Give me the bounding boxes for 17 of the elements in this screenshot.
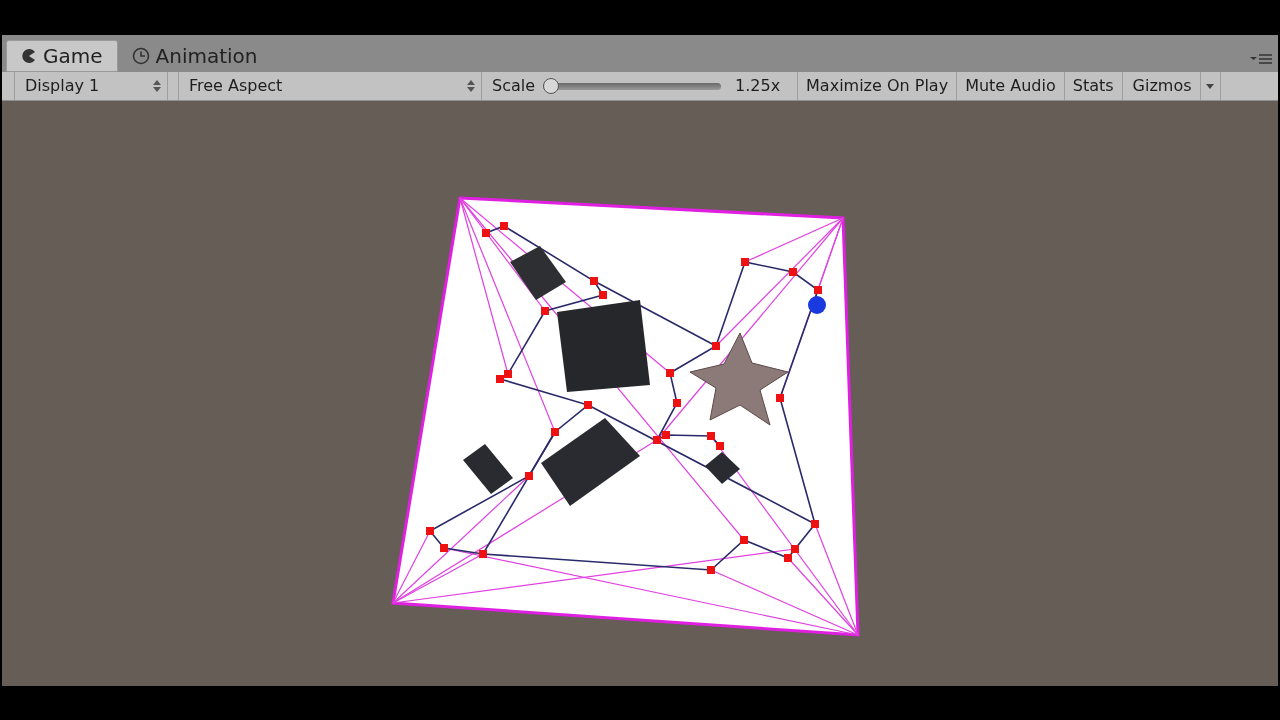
menu-icon[interactable] <box>1250 54 1272 64</box>
caret-icon <box>1206 83 1215 89</box>
scale-value: 1.25x <box>735 75 782 97</box>
dropdown[interactable]: Display 1 <box>14 72 168 100</box>
updown-icon <box>153 80 161 92</box>
updown-icon <box>467 80 475 92</box>
pacman-icon <box>21 48 37 64</box>
clock-icon <box>131 47 150 65</box>
dropdown[interactable]: Free Aspect <box>178 72 482 100</box>
toggle-button[interactable]: Maximize On Play <box>797 72 957 100</box>
gizmos-button[interactable]: Gizmos <box>1121 72 1201 100</box>
toggle-button[interactable]: Mute Audio <box>956 72 1064 100</box>
tab[interactable]: Animation <box>117 40 272 72</box>
scale-slider[interactable] <box>543 77 722 95</box>
tab[interactable]: Game <box>6 40 118 72</box>
toggle-button[interactable]: Stats <box>1063 72 1122 100</box>
scale-label: Scale <box>492 75 536 97</box>
